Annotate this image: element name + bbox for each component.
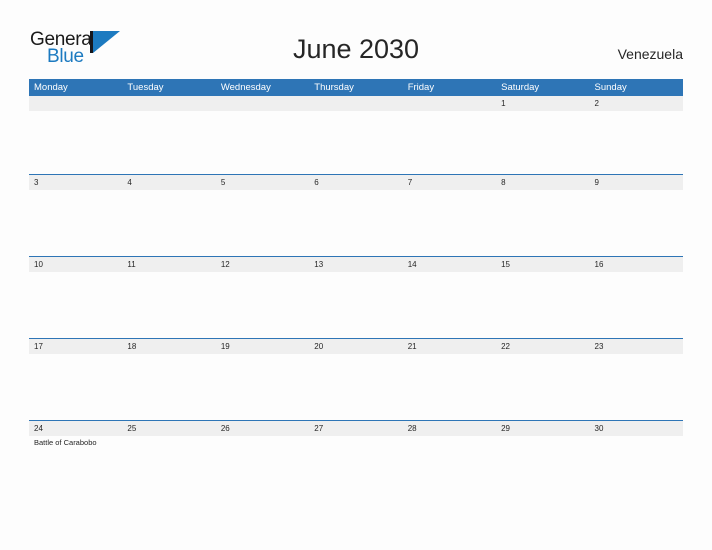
day-number[interactable] [309,96,402,111]
day-cell[interactable] [309,190,402,256]
day-number[interactable]: 27 [309,421,402,436]
day-number[interactable]: 13 [309,257,402,272]
day-number[interactable]: 21 [403,339,496,354]
day-cell[interactable] [403,354,496,420]
day-cell[interactable] [122,354,215,420]
day-number[interactable]: 2 [590,96,683,111]
calendar-grid: Monday Tuesday Wednesday Thursday Friday… [29,79,683,502]
day-cell[interactable] [122,436,215,502]
day-number[interactable]: 6 [309,175,402,190]
day-cell[interactable] [496,272,589,338]
day-number[interactable]: 16 [590,257,683,272]
day-cell[interactable] [29,190,122,256]
week-row: 10 11 12 13 14 15 16 [29,256,683,338]
day-number[interactable] [122,96,215,111]
day-cell[interactable]: Battle of Carabobo [29,436,122,502]
page-header: General Blue June 2030 Venezuela [0,0,712,78]
day-cell[interactable] [122,190,215,256]
week-event-band: Battle of Carabobo [29,436,683,502]
week-row: 3 4 5 6 7 8 9 [29,174,683,256]
day-number[interactable]: 1 [496,96,589,111]
day-number[interactable]: 29 [496,421,589,436]
day-number[interactable]: 23 [590,339,683,354]
day-number[interactable] [29,96,122,111]
weekday-header-tuesday: Tuesday [127,82,164,93]
day-number[interactable] [216,96,309,111]
day-cell[interactable] [309,354,402,420]
week-date-band: 10 11 12 13 14 15 16 [29,257,683,272]
day-cell[interactable] [403,111,496,174]
day-number[interactable]: 25 [122,421,215,436]
day-cell[interactable] [216,272,309,338]
day-cell[interactable] [496,111,589,174]
weekday-header-saturday: Saturday [501,82,540,93]
week-row: 24 25 26 27 28 29 30 Battle of Carabobo [29,420,683,502]
day-cell[interactable] [309,436,402,502]
week-date-band: 3 4 5 6 7 8 9 [29,175,683,190]
week-event-band [29,111,683,174]
day-event: Battle of Carabobo [34,438,97,447]
day-number[interactable]: 15 [496,257,589,272]
day-cell[interactable] [403,436,496,502]
week-date-band: 1 2 [29,96,683,111]
day-number[interactable]: 18 [122,339,215,354]
day-cell[interactable] [590,354,683,420]
day-number[interactable]: 5 [216,175,309,190]
day-number[interactable]: 4 [122,175,215,190]
day-cell[interactable] [403,272,496,338]
week-date-band: 17 18 19 20 21 22 23 [29,339,683,354]
calendar-page: General Blue June 2030 Venezuela Monday … [0,0,712,550]
day-cell[interactable] [590,436,683,502]
day-cell[interactable] [590,190,683,256]
weekday-header-thursday: Thursday [314,82,354,93]
day-cell[interactable] [496,190,589,256]
day-number[interactable]: 24 [29,421,122,436]
day-cell[interactable] [309,111,402,174]
weekday-header-friday: Friday [407,82,435,93]
week-row: 17 18 19 20 21 22 23 [29,338,683,420]
week-event-band [29,190,683,256]
day-cell[interactable] [403,190,496,256]
day-number[interactable] [403,96,496,111]
week-event-band [29,272,683,338]
weekday-header-sunday: Sunday [594,82,627,93]
day-number[interactable]: 30 [590,421,683,436]
day-cell[interactable] [496,436,589,502]
day-number[interactable]: 22 [496,339,589,354]
day-number[interactable]: 19 [216,339,309,354]
day-number[interactable]: 10 [29,257,122,272]
day-cell[interactable] [29,354,122,420]
page-title: June 2030 [292,34,420,64]
day-number[interactable]: 7 [403,175,496,190]
day-cell[interactable] [29,272,122,338]
country-label: Venezuela [617,46,683,62]
day-cell[interactable] [309,272,402,338]
day-number[interactable]: 20 [309,339,402,354]
day-number[interactable]: 28 [403,421,496,436]
weekday-header-monday: Monday [34,82,68,93]
weekday-header-row: Monday Tuesday Wednesday Thursday Friday… [29,79,683,96]
day-cell[interactable] [216,436,309,502]
weekday-header-wednesday: Wednesday [220,82,271,93]
day-number[interactable]: 26 [216,421,309,436]
day-cell[interactable] [122,111,215,174]
day-cell[interactable] [496,354,589,420]
day-cell[interactable] [590,111,683,174]
day-number[interactable]: 12 [216,257,309,272]
day-cell[interactable] [122,272,215,338]
day-cell[interactable] [29,111,122,174]
day-cell[interactable] [590,272,683,338]
day-number[interactable]: 3 [29,175,122,190]
day-number[interactable]: 8 [496,175,589,190]
day-cell[interactable] [216,354,309,420]
week-row: 1 2 [29,96,683,174]
day-number[interactable]: 9 [590,175,683,190]
day-cell[interactable] [216,190,309,256]
day-number[interactable]: 14 [403,257,496,272]
week-event-band [29,354,683,420]
day-cell[interactable] [216,111,309,174]
day-number[interactable]: 17 [29,339,122,354]
week-date-band: 24 25 26 27 28 29 30 [29,421,683,436]
day-number[interactable]: 11 [122,257,215,272]
